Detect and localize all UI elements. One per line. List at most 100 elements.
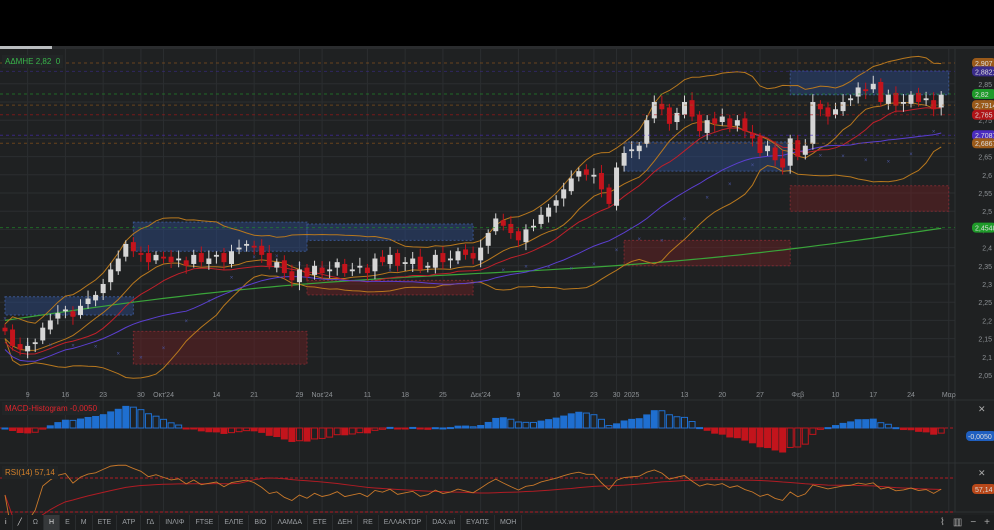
macd-bar — [575, 411, 583, 429]
toolbar-symbol-12[interactable]: ΕΤΕ — [308, 515, 333, 530]
sar-marker: × — [3, 316, 7, 322]
price-tick-label: 2,6 — [982, 173, 992, 180]
macd-bar — [16, 427, 24, 433]
candle-body — [161, 256, 167, 259]
macd-bar — [484, 421, 492, 429]
toolbar-symbol-0[interactable]: Ω — [28, 515, 45, 530]
toolbar-symbol-5[interactable]: ΑΤΡ — [117, 515, 142, 530]
candle-body — [130, 242, 136, 252]
macd-bar — [869, 418, 877, 429]
sar-marker: × — [637, 237, 641, 243]
price-tick-label: 2,3 — [982, 282, 992, 289]
candle-body — [629, 149, 635, 152]
price-badge-label: 2,82 — [975, 92, 989, 99]
symbol-name: ΑΔΜΗΕ — [5, 57, 34, 66]
candle-body — [62, 309, 68, 312]
macd-bar — [424, 427, 432, 430]
sar-marker: × — [728, 182, 732, 188]
macd-bar — [363, 427, 371, 434]
toolbar-symbol-7[interactable]: ΙΝΛΙΦ — [160, 515, 191, 530]
toolbar-symbol-8[interactable]: FTSE — [190, 515, 220, 530]
candle-body — [138, 253, 144, 255]
candle-body — [304, 267, 310, 277]
toolbar-symbol-10[interactable]: ΒΙΟ — [249, 515, 273, 530]
candle-body — [115, 258, 121, 272]
price-badge-label: 2,8821 — [975, 69, 994, 76]
info-icon[interactable]: i — [0, 515, 13, 530]
candle-body — [70, 311, 76, 317]
candle-body — [689, 100, 695, 117]
sar-marker: × — [705, 195, 709, 201]
candle-body — [621, 152, 627, 166]
candle-body — [538, 214, 544, 224]
zoom-in-button[interactable]: + — [984, 515, 990, 530]
draw-line-icon[interactable]: ╱ — [13, 515, 28, 530]
supply-zone — [789, 70, 950, 96]
toolbar-symbol-2[interactable]: Ε — [60, 515, 76, 530]
macd-bar — [280, 427, 288, 440]
toolbar-symbol-3[interactable]: Μ — [76, 515, 93, 530]
top-bar — [0, 0, 994, 46]
candle-body — [583, 169, 589, 175]
zoom-out-button[interactable]: − — [970, 515, 976, 530]
macd-bar — [567, 413, 575, 429]
candle-body — [108, 269, 114, 283]
price-chart[interactable]: ××××××××××××××××××××××××××××××××××××××××… — [0, 49, 994, 515]
candle-body — [395, 253, 401, 266]
line-chart-icon[interactable]: ⌇ — [940, 515, 945, 530]
symbol-toolbar: i ╱ Ω Η Ε Μ ΕΤΕ ΑΤΡ ΓΔ ΙΝΛΙΦ FTSE ΕΛΠΕ ΒΙΟ ΛΑΜΔΑ ΕΤΕ… — [0, 515, 994, 530]
candle-body — [153, 254, 159, 261]
toolbar-symbol-6[interactable]: ΓΔ — [141, 515, 161, 530]
toolbar-symbol-9[interactable]: ΕΛΠΕ — [219, 515, 250, 530]
price-tick-label: 2,1 — [982, 355, 992, 362]
toolbar-symbol-14[interactable]: RE — [358, 515, 379, 530]
candle-body — [334, 262, 340, 268]
candle-body — [840, 102, 846, 112]
candle-body — [40, 327, 46, 341]
candle-body — [478, 247, 484, 261]
date-tick-label: 17 — [869, 392, 877, 399]
close-rsi-icon[interactable]: ✕ — [978, 468, 986, 479]
candle-body — [100, 284, 106, 294]
supply-zone — [4, 296, 134, 316]
macd-bar — [24, 427, 32, 434]
macd-bar — [703, 427, 711, 431]
candle-body — [440, 253, 446, 263]
toolbar-symbol-4[interactable]: ΕΤΕ — [93, 515, 118, 530]
date-tick-label: Φεβ — [791, 392, 804, 399]
macd-bar — [46, 425, 54, 429]
sar-marker: × — [615, 248, 619, 254]
macd-bar — [394, 427, 402, 430]
toolbar-symbol-16[interactable]: DAX.wi — [427, 515, 462, 530]
price-tick-label: 2,4 — [982, 246, 992, 253]
candle-body — [372, 258, 378, 272]
sar-marker: × — [841, 154, 845, 160]
toolbar-symbol-1[interactable]: Η — [44, 515, 61, 530]
toolbar-symbol-15[interactable]: ΕΛΛΑΚΤΩΡ — [379, 515, 428, 530]
candle-body — [500, 220, 506, 226]
macd-bar — [401, 427, 409, 430]
candle-body — [402, 262, 408, 264]
candle-body — [274, 262, 280, 268]
macd-bar — [107, 411, 115, 429]
toolbar-symbol-18[interactable]: ΜΟΗ — [495, 515, 523, 530]
candle-body — [546, 207, 552, 217]
candle-body — [636, 145, 642, 152]
candle-body — [327, 269, 333, 272]
candle-body — [198, 253, 204, 263]
sar-marker: × — [569, 267, 573, 273]
toolbar-symbol-11[interactable]: ΛΑΜΔΑ — [272, 515, 308, 530]
candle-body — [515, 231, 521, 241]
sar-marker: × — [252, 255, 256, 261]
date-tick-label: 25 — [439, 392, 447, 399]
macd-bar — [54, 422, 62, 429]
candle-body — [349, 269, 355, 272]
candle-body — [553, 200, 559, 206]
toolbar-symbol-17[interactable]: ΕΥΑΠΣ — [461, 515, 496, 530]
toolbar-symbol-13[interactable]: ΔΕΗ — [333, 515, 359, 530]
candle-body — [810, 102, 816, 144]
sar-marker: × — [547, 265, 551, 271]
close-macd-icon[interactable]: ✕ — [978, 404, 986, 415]
bar-chart-icon[interactable]: ▥ — [953, 515, 962, 530]
candle-body — [568, 178, 574, 192]
